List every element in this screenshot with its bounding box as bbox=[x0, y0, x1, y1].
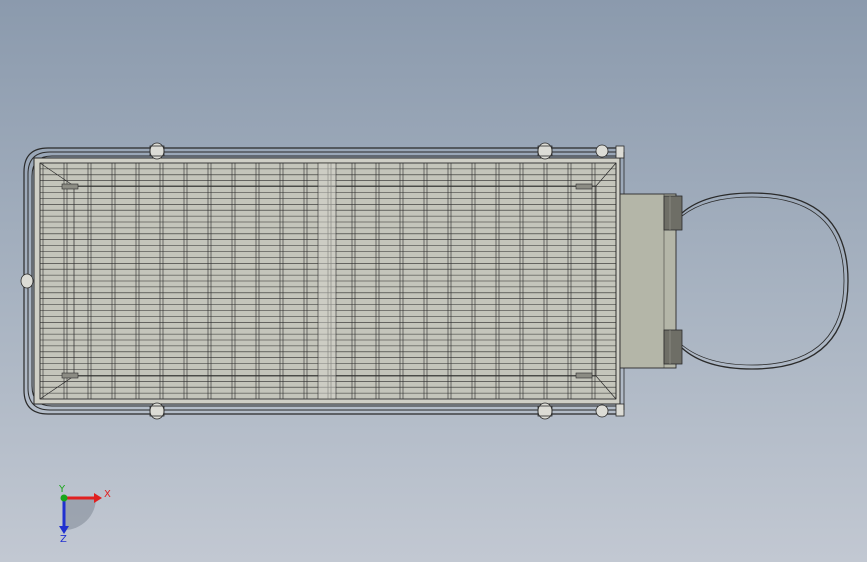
mesh-center-support bbox=[317, 162, 337, 400]
x-axis-label: X bbox=[104, 489, 111, 500]
triad-shadow bbox=[64, 498, 96, 530]
cad-scene[interactable]: X Y Z bbox=[0, 0, 867, 562]
x-axis-head-icon bbox=[94, 493, 102, 503]
cad-viewport[interactable]: X Y Z bbox=[0, 0, 867, 562]
z-axis-label: Z bbox=[60, 534, 67, 545]
y-axis-dot-icon bbox=[60, 494, 68, 502]
wire-mesh bbox=[39, 162, 617, 400]
y-axis-label: Y bbox=[58, 484, 66, 495]
z-axis-head-icon bbox=[59, 526, 69, 534]
orientation-triad[interactable]: X Y Z bbox=[58, 484, 111, 545]
pipe-clamp-ring bbox=[681, 192, 849, 370]
